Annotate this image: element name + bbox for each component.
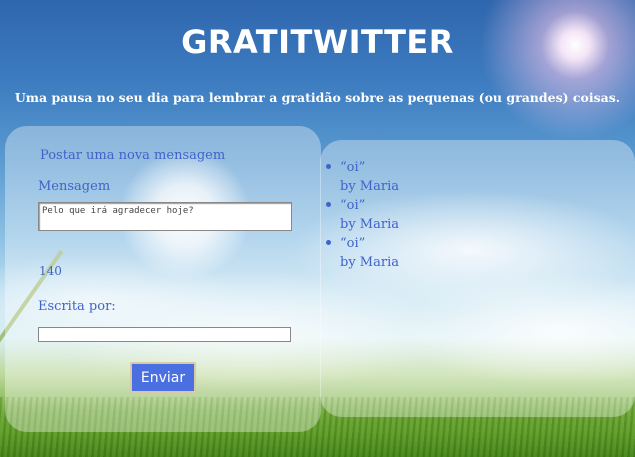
messages-list: “oi” by Maria “oi” by Maria “oi” by Mari… — [326, 158, 399, 272]
author-input[interactable] — [38, 327, 291, 342]
message-label: Mensagem — [38, 179, 111, 194]
bullet-icon — [326, 164, 331, 169]
send-button[interactable]: Enviar — [130, 362, 196, 393]
author-label: Escrita por: — [38, 299, 116, 314]
message-text: “oi” — [340, 236, 366, 251]
list-item: “oi” by Maria — [326, 234, 399, 272]
message-author: by Maria — [340, 217, 399, 232]
message-author: by Maria — [340, 179, 399, 194]
header: GRATITWITTER — [0, 22, 635, 62]
bullet-icon — [326, 202, 331, 207]
message-author: by Maria — [340, 255, 399, 270]
message-text: “oi” — [340, 160, 366, 175]
list-item: “oi” by Maria — [326, 158, 399, 196]
message-text: “oi” — [340, 198, 366, 213]
list-item: “oi” by Maria — [326, 196, 399, 234]
form-heading: Postar uma nova mensagem — [40, 148, 226, 163]
char-counter: 140 — [39, 264, 62, 278]
page-subtitle: Uma pausa no seu dia para lembrar a grat… — [14, 90, 621, 105]
bullet-icon — [326, 240, 331, 245]
page-title: GRATITWITTER — [181, 23, 454, 61]
message-textarea[interactable] — [38, 202, 292, 231]
